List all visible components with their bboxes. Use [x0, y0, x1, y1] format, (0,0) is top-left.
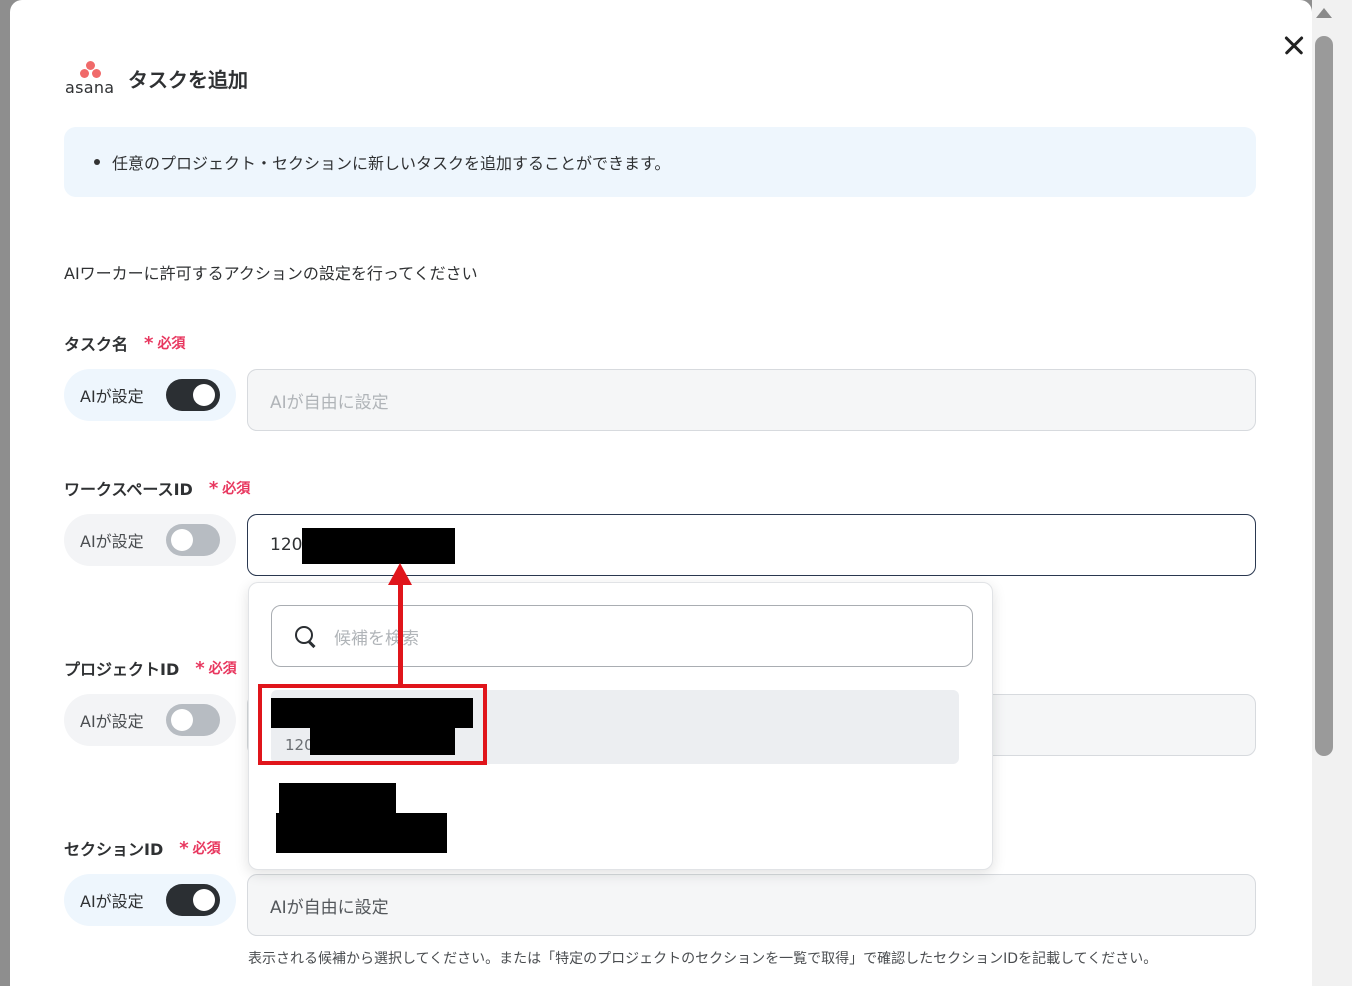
- scroll-thumb[interactable]: [1315, 36, 1333, 756]
- dropdown-search-input[interactable]: 候補を検索: [271, 605, 973, 667]
- close-icon[interactable]: [1280, 32, 1308, 60]
- section-id-label: セクションID: [64, 840, 164, 859]
- section-id-ai-toggle[interactable]: AIが設定: [64, 874, 236, 926]
- workspace-id-label: ワークスペースID: [64, 480, 193, 499]
- scroll-up-arrow-icon[interactable]: [1316, 8, 1332, 18]
- required-badge: * 必須: [179, 837, 221, 859]
- project-id-ai-toggle[interactable]: AIが設定: [64, 694, 236, 746]
- task-name-label: タスク名: [64, 335, 129, 354]
- toggle-switch[interactable]: [166, 704, 220, 736]
- info-text: 任意のプロジェクト・セクションに新しいタスクを追加することができます。: [112, 154, 671, 173]
- info-box: 任意のプロジェクト・セクションに新しいタスクを追加することができます。: [64, 127, 1256, 197]
- annotation-highlight-box: [258, 684, 487, 765]
- annotation-arrow: [398, 578, 403, 686]
- project-id-label: プロジェクトID: [64, 660, 180, 679]
- workspace-id-label-row: ワークスペースID * 必須: [64, 476, 250, 500]
- toggle-switch[interactable]: [166, 524, 220, 556]
- task-name-label-row: タスク名 * 必須: [64, 331, 185, 355]
- task-name-input[interactable]: AIが自由に設定: [247, 369, 1256, 431]
- redaction-block: [302, 528, 455, 564]
- intro-text: AIワーカーに許可するアクションの設定を行ってください: [64, 264, 478, 283]
- logo-text: asana: [65, 78, 115, 97]
- toggle-switch[interactable]: [166, 379, 220, 411]
- modal-header: asana タスクを追加: [64, 58, 248, 98]
- task-name-ai-toggle[interactable]: AIが設定: [64, 369, 236, 421]
- redaction-block: [279, 783, 396, 815]
- required-badge: * 必須: [144, 332, 186, 354]
- page-title: タスクを追加: [128, 67, 248, 92]
- annotation-arrow-head-icon: [388, 563, 412, 585]
- search-icon: [294, 625, 316, 647]
- required-badge: * 必須: [208, 477, 251, 499]
- section-id-input[interactable]: AIが自由に設定: [247, 874, 1256, 936]
- bullet-icon: [94, 159, 100, 165]
- redaction-block: [276, 813, 447, 853]
- toggle-switch[interactable]: [166, 884, 220, 916]
- project-id-label-row: プロジェクトID * 必須: [64, 656, 237, 680]
- section-id-label-row: セクションID * 必須: [64, 836, 221, 860]
- workspace-id-ai-toggle[interactable]: AIが設定: [64, 514, 236, 566]
- asana-logo-icon: asana: [64, 58, 118, 98]
- section-id-hint: 表示される候補から選択してください。または「特定のプロジェクトのセクションを一覧…: [248, 951, 1158, 967]
- required-badge: * 必須: [195, 657, 237, 679]
